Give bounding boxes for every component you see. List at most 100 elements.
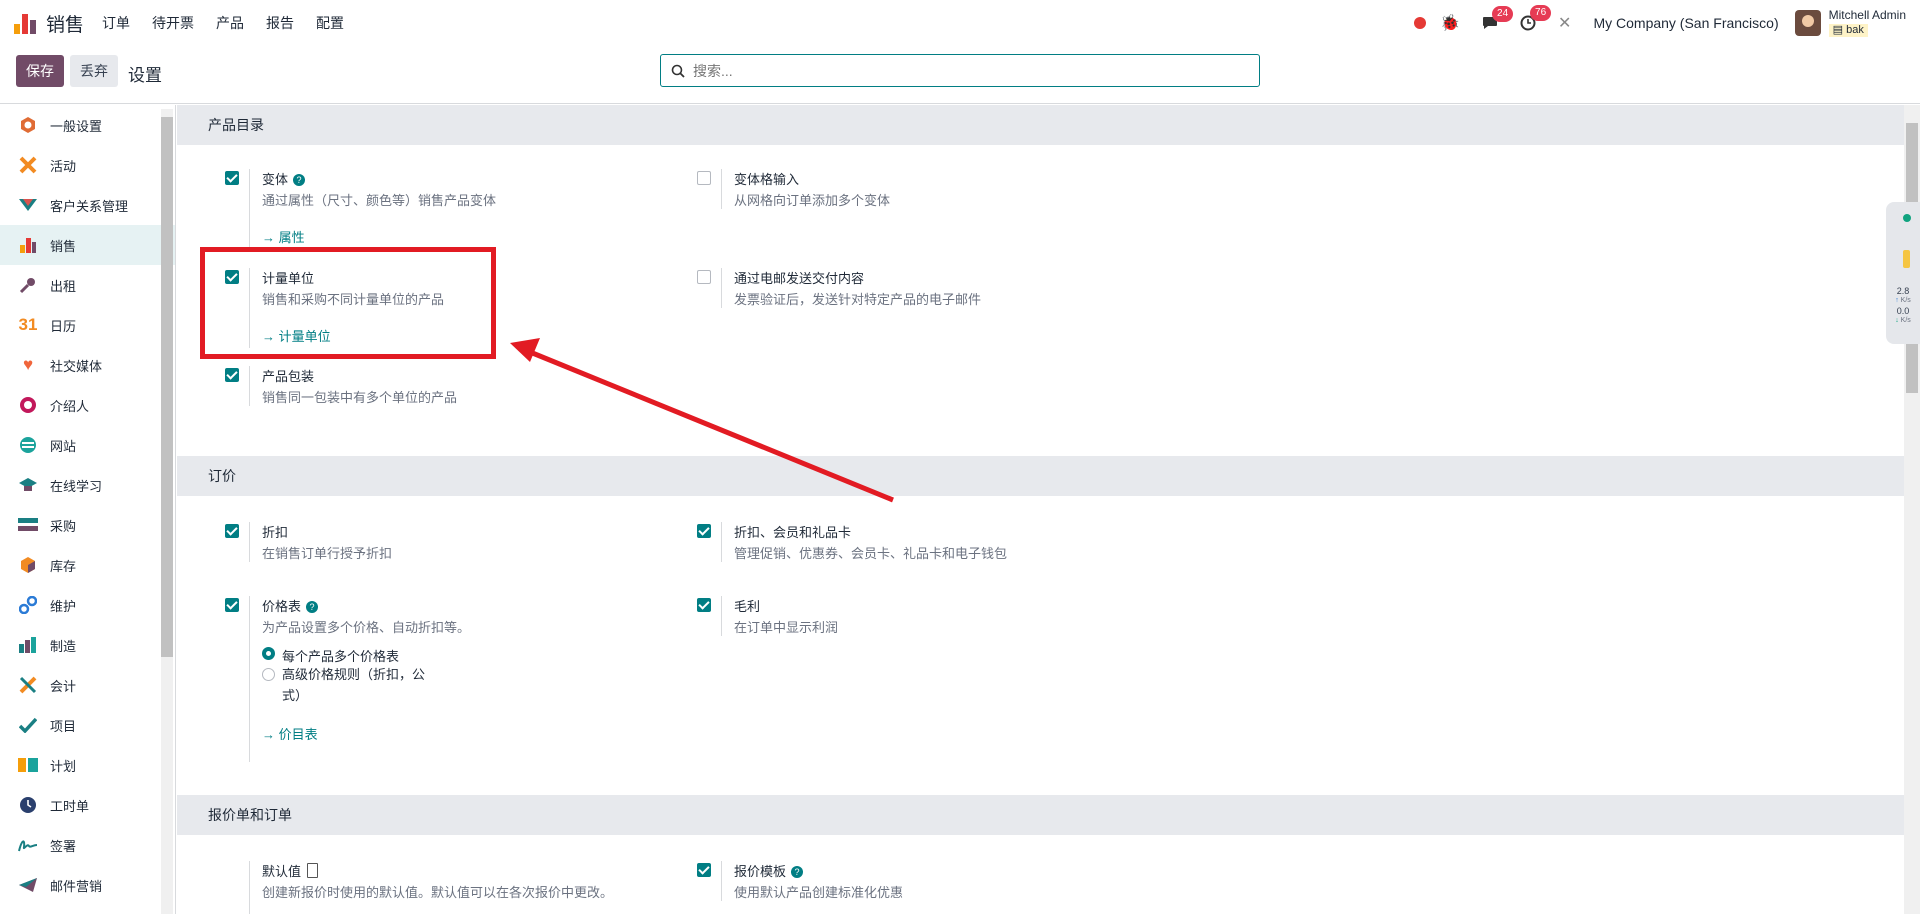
variants-checkbox[interactable]: [225, 171, 239, 185]
pricelist-option-advanced[interactable]: 高级价格规则（折扣，公 式）: [262, 667, 425, 706]
sidebar-item-social[interactable]: ♥ 社交媒体: [0, 345, 175, 385]
variants-title: 变体?: [262, 169, 306, 188]
menu-products[interactable]: 产品: [216, 13, 244, 33]
loyalty-checkbox[interactable]: [697, 524, 711, 538]
sales-app-icon[interactable]: [14, 12, 38, 34]
sidebar-item-project[interactable]: 项目: [0, 705, 175, 745]
status-dot-icon: [1903, 214, 1911, 222]
discuss-icon: [18, 155, 38, 175]
sidebar-item-timesheet[interactable]: 工时单: [0, 785, 175, 825]
control-panel: 保存 丢弃 设置: [0, 46, 1920, 104]
company-switcher[interactable]: My Company (San Francisco): [1593, 15, 1778, 31]
sidebar-scrollbar[interactable]: [161, 109, 173, 914]
sidebar-item-manufacturing[interactable]: 制造: [0, 625, 175, 665]
sidebar-item-maintenance[interactable]: 维护: [0, 585, 175, 625]
radio-unselected[interactable]: [262, 668, 275, 681]
discount-checkbox[interactable]: [225, 524, 239, 538]
website-icon: [18, 435, 38, 455]
maintenance-icon: [18, 595, 38, 615]
messages-icon[interactable]: 24: [1482, 6, 1514, 30]
sidebar-item-calendar[interactable]: 31 日历: [0, 305, 175, 345]
margin-desc: 在订单中显示利润: [734, 620, 839, 635]
pricelist-desc: 为产品设置多个价格、自动折扣等。: [262, 620, 471, 635]
pricelists-link[interactable]: → 价目表: [262, 724, 318, 743]
sidebar-item-email-marketing[interactable]: 邮件营销: [0, 865, 175, 905]
sidebar-item-inventory[interactable]: 库存: [0, 545, 175, 585]
elearning-icon: [18, 475, 38, 495]
packaging-checkbox[interactable]: [225, 368, 239, 382]
document-icon: [307, 863, 319, 878]
upload-speed: 2.8: [1896, 286, 1910, 296]
radio-selected[interactable]: [262, 647, 275, 660]
packaging-desc: 销售同一包装中有多个单位的产品: [262, 390, 458, 405]
sidebar-item-crm[interactable]: 客户关系管理: [0, 185, 175, 225]
section-title-catalog: 产品目录: [177, 105, 1904, 145]
rental-icon: [18, 275, 38, 295]
sidebar-item-sales[interactable]: 销售: [0, 225, 175, 265]
menu-reporting[interactable]: 报告: [266, 13, 294, 33]
margin-checkbox[interactable]: [697, 598, 711, 612]
referral-icon: [18, 395, 38, 415]
defaults-title: 默认值: [262, 861, 319, 880]
email-delivery-checkbox[interactable]: [697, 270, 711, 284]
sidebar-item-website[interactable]: 网站: [0, 425, 175, 465]
activities-badge: 76: [1530, 5, 1552, 21]
accounting-icon: [18, 675, 38, 695]
save-button[interactable]: 保存: [16, 55, 64, 87]
email-marketing-icon: [18, 875, 38, 895]
app-name[interactable]: 销售: [46, 10, 84, 37]
debug-bug-icon[interactable]: 🐞: [1440, 13, 1460, 33]
sidebar-item-discuss[interactable]: 活动: [0, 145, 175, 185]
settings-icon: [18, 115, 38, 135]
messages-badge: 24: [1492, 6, 1514, 22]
help-icon[interactable]: ?: [791, 866, 804, 878]
settings-content: 产品目录 变体? 通过属性（尺寸、颜色等）销售产品变体 → 属性 变体格输入 从…: [177, 105, 1904, 914]
menu-orders[interactable]: 订单: [102, 13, 130, 33]
variant-grid-desc: 从网格向订单添加多个变体: [734, 193, 891, 208]
user-menu[interactable]: Mitchell Admin ▤ bak: [1828, 8, 1906, 37]
purchase-icon: [18, 515, 38, 535]
sales-icon: [18, 235, 38, 255]
loyalty-title: 折扣、会员和礼品卡: [734, 525, 852, 540]
loyalty-desc: 管理促销、优惠券、会员卡、礼品卡和电子钱包: [734, 546, 1008, 561]
sidebar-item-elearning[interactable]: 在线学习: [0, 465, 175, 505]
help-icon[interactable]: ?: [306, 601, 319, 613]
menu-configuration[interactable]: 配置: [316, 13, 344, 33]
user-name: Mitchell Admin: [1828, 8, 1906, 22]
sidebar-item-general[interactable]: 一般设置: [0, 105, 175, 145]
sidebar-item-sign[interactable]: 签署: [0, 825, 175, 865]
timesheet-icon: [18, 795, 38, 815]
email-delivery-title: 通过电邮发送交付内容: [734, 271, 865, 286]
menu-to-invoice[interactable]: 待开票: [152, 13, 194, 33]
attributes-link[interactable]: → 属性: [262, 227, 305, 246]
email-delivery-desc: 发票验证后，发送针对特定产品的电子邮件: [734, 292, 982, 307]
help-icon[interactable]: ?: [293, 174, 306, 186]
sidebar-item-purchase[interactable]: 采购: [0, 505, 175, 545]
tools-icon[interactable]: ✕: [1558, 13, 1571, 33]
sidebar-item-accounting[interactable]: 会计: [0, 665, 175, 705]
sidebar-item-rental[interactable]: 出租: [0, 265, 175, 305]
sidebar-item-referral[interactable]: 介绍人: [0, 385, 175, 425]
quote-templates-desc: 使用默认产品创建标准化优惠: [734, 885, 904, 900]
project-icon: [18, 715, 38, 735]
pricelist-option-multiple[interactable]: 每个产品多个价格表: [262, 646, 399, 665]
discard-button[interactable]: 丢弃: [70, 55, 118, 87]
pricelist-checkbox[interactable]: [225, 598, 239, 612]
packaging-title: 产品包装: [262, 369, 315, 384]
calendar-icon: 31: [18, 315, 38, 334]
quote-templates-checkbox[interactable]: [697, 863, 711, 877]
pricelist-title: 价格表?: [262, 596, 319, 615]
search-bar[interactable]: [660, 54, 1260, 87]
record-indicator-icon[interactable]: [1414, 17, 1427, 29]
top-navbar: 销售 订单 待开票 产品 报告 配置 🐞 24 76 ✕ My Company …: [0, 0, 1920, 46]
variant-grid-checkbox[interactable]: [697, 171, 711, 185]
section-title-pricing: 订价: [177, 456, 1904, 496]
search-input[interactable]: [693, 62, 1233, 79]
activities-clock-icon[interactable]: 76: [1520, 5, 1552, 31]
manufacturing-icon: [18, 635, 38, 655]
avatar[interactable]: [1794, 10, 1821, 36]
network-speed-widget[interactable]: 2.8 ↑ K/s 0.0 ↓ K/s: [1886, 202, 1920, 344]
sidebar-item-planning[interactable]: 计划: [0, 745, 175, 785]
variants-desc: 通过属性（尺寸、颜色等）销售产品变体: [262, 193, 497, 208]
discount-desc: 在销售订单行授予折扣: [262, 546, 393, 561]
